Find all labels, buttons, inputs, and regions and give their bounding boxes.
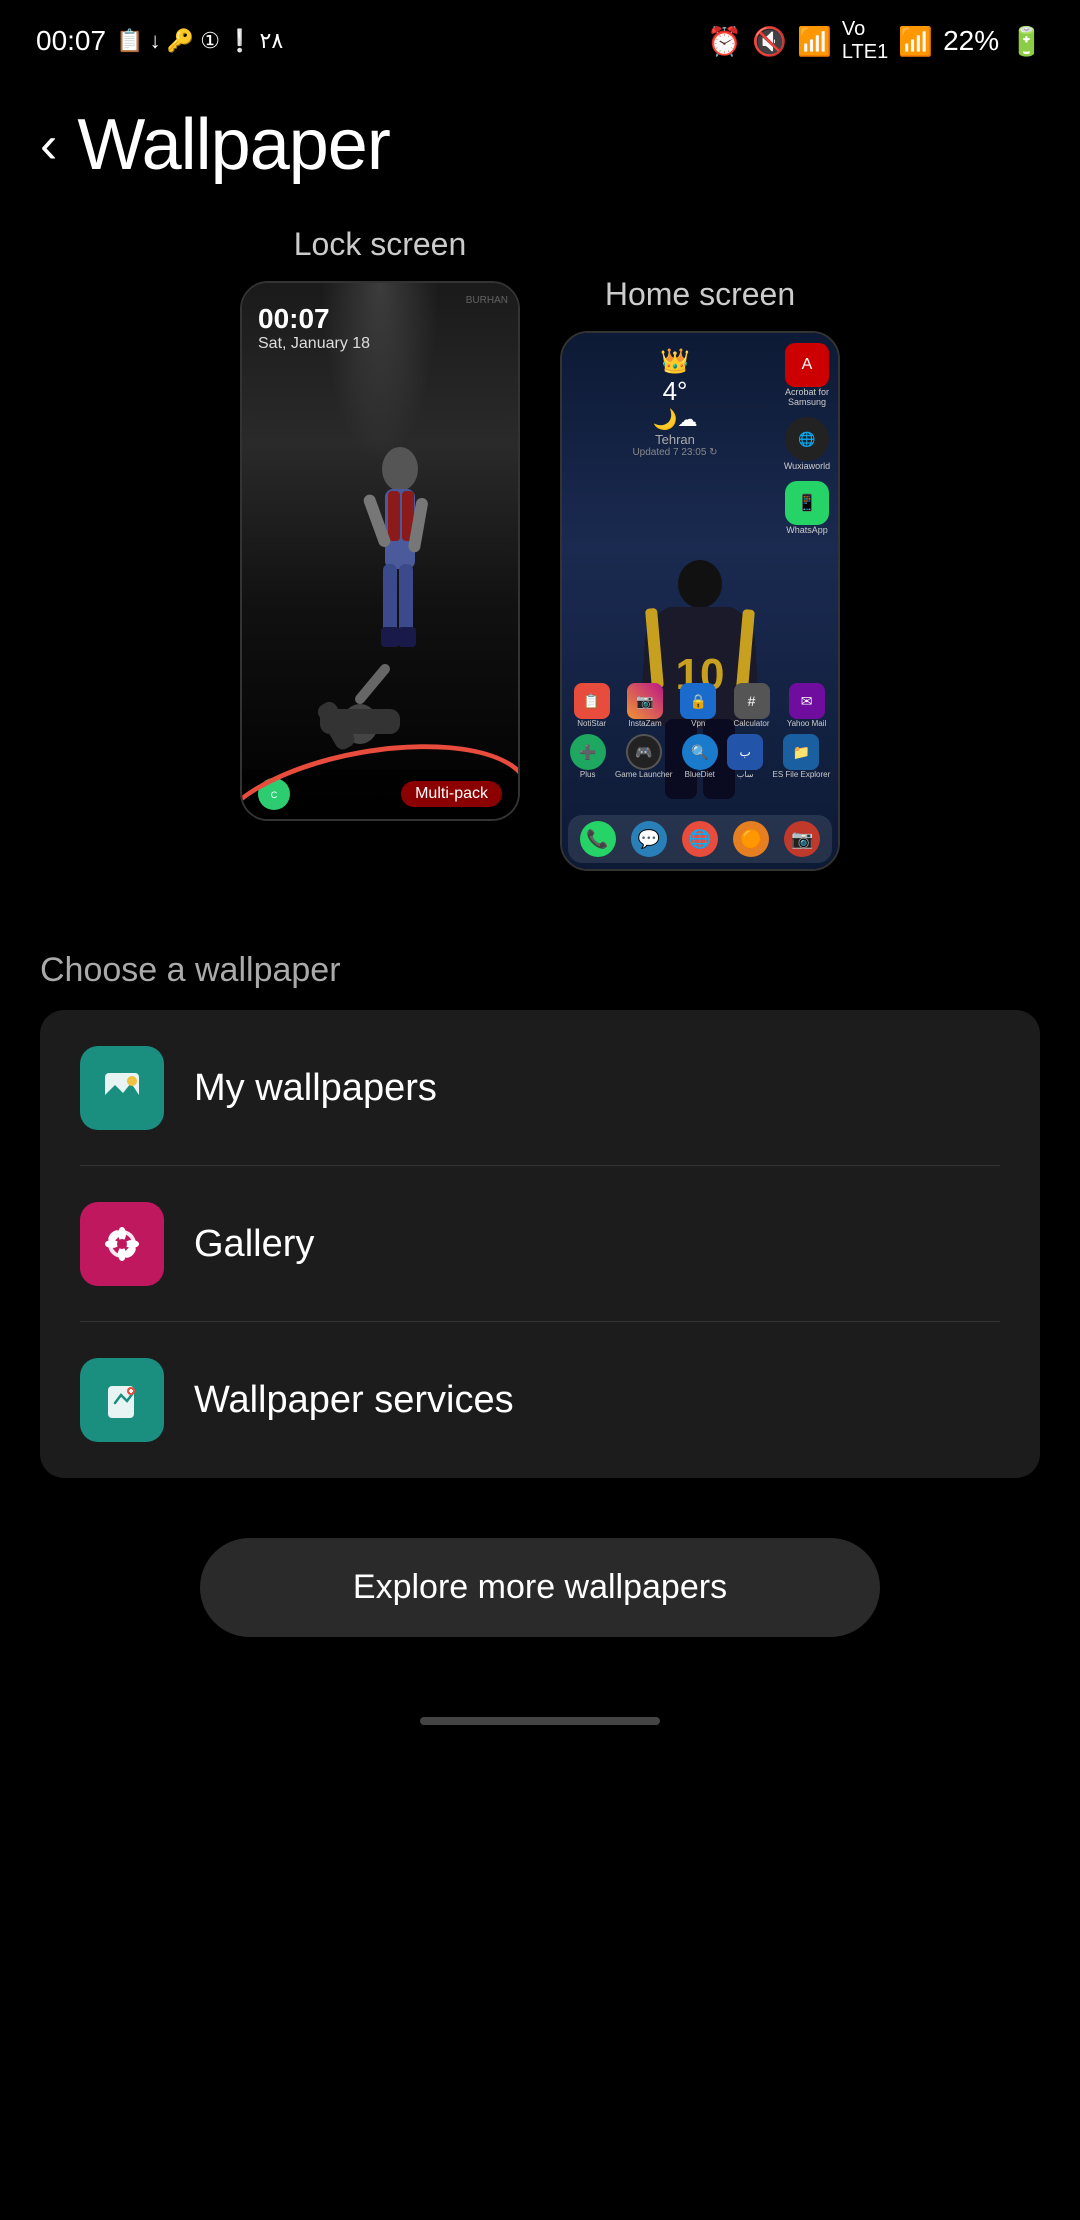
status-icons: 📋 ↓ 🔑 ① ❕ ۲۸ [116, 28, 283, 54]
lock-screen-label: Lock screen [294, 226, 467, 263]
wallpaper-services-option[interactable]: Wallpaper services [40, 1322, 1040, 1478]
home-dock: 📞 💬 🌐 🟠 📷 [568, 815, 832, 863]
update-text: Updated 7 23:05 ↻ [572, 447, 778, 458]
gallery-label: Gallery [194, 1223, 314, 1266]
status-time: 00:07 [36, 25, 106, 57]
lock-screen-info: 00:07 Sat, January 18 [258, 303, 370, 353]
calc-item[interactable]: # Calculator [734, 683, 770, 728]
home-screen-phone[interactable]: 10 A Acrobat for Samsung 🌐 [560, 331, 840, 871]
temperature: 4° [572, 376, 778, 407]
esfile-item[interactable]: 📁 ES File Explorer [772, 734, 830, 779]
status-right: ⏰ 🔇 📶 VoLTE1 📶 22% 🔋 [707, 18, 1044, 64]
home-bar [420, 1717, 660, 1725]
lock-date: Sat, January 18 [258, 335, 370, 353]
my-wallpapers-option[interactable]: My wallpapers [40, 1010, 1040, 1166]
status-bar: 00:07 📋 ↓ 🔑 ① ❕ ۲۸ ⏰ 🔇 📶 VoLTE1 📶 22% 🔋 [0, 0, 1080, 74]
back-button[interactable]: ‹ [40, 119, 57, 171]
city-name: Tehran [572, 432, 778, 447]
phone-dock-icon[interactable]: 📞 [580, 821, 616, 857]
acrobat-icon[interactable]: A [785, 343, 829, 387]
home-screen-label: Home screen [605, 276, 795, 313]
choose-section: Choose a wallpaper My wallpapers [0, 891, 1080, 1498]
watermark: BURHAN [466, 295, 508, 306]
header: ‹ Wallpaper [0, 74, 1080, 226]
whatsapp-icon[interactable]: 📱 [785, 481, 829, 525]
wallpaper-services-label: Wallpaper services [194, 1379, 514, 1422]
chrome-dock-icon[interactable]: 🌐 [682, 821, 718, 857]
app-row-1: 📋 NotiStar 📷 InstaZam 🔒 Vpn # Calculator [566, 683, 834, 728]
app-row-2: ➕ Plus 🎮 Game Launcher 🔍 BlueDiet ب ساب [566, 734, 834, 779]
extra-dock-icon[interactable]: 🟠 [733, 821, 769, 857]
lock-bottom-bar: C Multi-pack [242, 769, 518, 819]
lte-indicator: VoLTE1 [842, 18, 888, 64]
lock-screen-phone[interactable]: 00:07 Sat, January 18 BURHAN C Multi-pac… [240, 281, 520, 821]
gallery-icon [80, 1202, 164, 1286]
home-right-icons: A Acrobat for Samsung 🌐 Wuxiaworld 📱 Wha… [782, 343, 832, 535]
arabic-item[interactable]: ب ساب [727, 734, 763, 779]
wuxia-icon[interactable]: 🌐 [785, 417, 829, 461]
mute-icon: 🔇 [752, 25, 787, 58]
bluedict-item[interactable]: 🔍 BlueDiet [682, 734, 718, 779]
lock-screen-preview[interactable]: Lock screen [240, 226, 520, 871]
svg-text:C: C [271, 790, 278, 800]
multipack-badge: Multi-pack [401, 781, 502, 807]
wifi-icon: 📶 [797, 25, 832, 58]
insta-item[interactable]: 📷 InstaZam [627, 683, 663, 728]
notistar-item[interactable]: 📋 NotiStar [574, 683, 610, 728]
lock-time: 00:07 [258, 303, 370, 335]
alarm-icon: ⏰ [707, 25, 742, 58]
explore-section: Explore more wallpapers [0, 1498, 1080, 1697]
page-title: Wallpaper [77, 104, 389, 186]
crown-icon: 👑 [572, 347, 778, 376]
home-screen-preview[interactable]: Home screen 10 [560, 276, 840, 871]
home-indicator [0, 1697, 1080, 1735]
vpn-item[interactable]: 🔒 Vpn [680, 683, 716, 728]
my-wallpapers-label: My wallpapers [194, 1067, 437, 1110]
choose-label: Choose a wallpaper [40, 951, 1040, 990]
gallery-option[interactable]: Gallery [40, 1166, 1040, 1322]
camera-dock-icon[interactable]: 📷 [784, 821, 820, 857]
wallpaper-options-list: My wallpapers [40, 1010, 1040, 1478]
yahoomail-item[interactable]: ✉ Yahoo Mail [787, 683, 826, 728]
signal-icon: 📶 [898, 25, 933, 58]
status-left: 00:07 📋 ↓ 🔑 ① ❕ ۲۸ [36, 25, 283, 57]
weather-icon: 🌙☁ [572, 407, 778, 432]
lock-bottom-left-icon: C [258, 778, 290, 810]
explore-more-button[interactable]: Explore more wallpapers [200, 1538, 880, 1637]
gamelauncher-item[interactable]: 🎮 Game Launcher [615, 734, 672, 779]
wallpaper-services-icon [80, 1358, 164, 1442]
battery-icon: 🔋 [1009, 25, 1044, 58]
preview-section: Lock screen [0, 226, 1080, 891]
messages-dock-icon[interactable]: 💬 [631, 821, 667, 857]
app-grid: 📋 NotiStar 📷 InstaZam 🔒 Vpn # Calculator [566, 679, 834, 779]
soccer-figure [290, 429, 470, 769]
my-wallpapers-icon [80, 1046, 164, 1130]
weather-widget: 👑 4° 🌙☁ Tehran Updated 7 23:05 ↻ [572, 347, 778, 458]
battery-percent: 22% [943, 25, 999, 57]
plus-item[interactable]: ➕ Plus [570, 734, 606, 779]
